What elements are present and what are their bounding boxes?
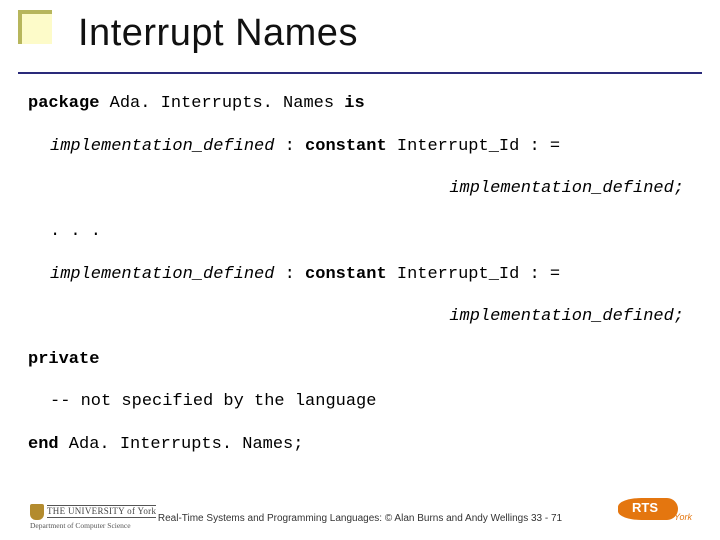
title-row: Interrupt Names [18, 10, 702, 74]
rts-shape-icon: RTS York [618, 498, 678, 520]
code-line-dots: . . . [28, 220, 692, 245]
impl-defined-rhs-2: implementation_defined; [449, 307, 684, 326]
keyword-end: end [28, 435, 59, 454]
keyword-package: package [28, 94, 99, 113]
impl-defined-2: implementation_defined [50, 265, 274, 284]
impl-defined-rhs-1: implementation_defined; [449, 179, 684, 198]
code-line-package: package Ada. Interrupts. Names is [28, 92, 692, 117]
code-body: package Ada. Interrupts. Names is implem… [28, 92, 692, 476]
code-line-rhs2: implementation_defined; [28, 305, 692, 330]
colon-2: : [274, 265, 305, 284]
text-pkg-name: Ada. Interrupts. Names [99, 94, 344, 113]
footer-text: Real-Time Systems and Programming Langua… [0, 513, 720, 524]
rts-logo: RTS York [618, 498, 698, 528]
keyword-is: is [344, 94, 364, 113]
rts-sublabel: York [674, 512, 692, 522]
code-line-decl1: implementation_defined : constant Interr… [28, 135, 692, 160]
code-line-private: private [28, 348, 692, 373]
keyword-constant-2: constant [305, 265, 387, 284]
keyword-private: private [28, 350, 99, 369]
end-rest: Ada. Interrupts. Names; [59, 435, 304, 454]
rts-label: RTS [632, 500, 658, 515]
footer: THE UNIVERSITY of York Department of Com… [0, 492, 720, 534]
divider [18, 72, 702, 74]
impl-defined-1: implementation_defined [50, 137, 274, 156]
decl-rest-2: Interrupt_Id : = [387, 265, 560, 284]
code-line-comment: -- not specified by the language [28, 390, 692, 415]
accent-box-icon [18, 10, 52, 44]
code-line-decl2: implementation_defined : constant Interr… [28, 263, 692, 288]
slide: Interrupt Names package Ada. Interrupts.… [0, 0, 720, 540]
code-line-rhs1: implementation_defined; [28, 177, 692, 202]
colon-1: : [274, 137, 305, 156]
decl-rest-1: Interrupt_Id : = [387, 137, 560, 156]
slide-title: Interrupt Names [78, 12, 358, 55]
code-line-end: end Ada. Interrupts. Names; [28, 433, 692, 458]
keyword-constant-1: constant [305, 137, 387, 156]
